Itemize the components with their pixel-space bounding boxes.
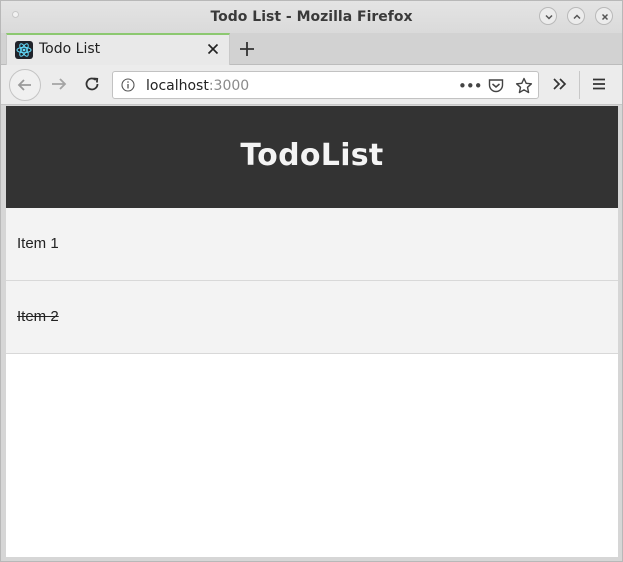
reload-icon [85,77,99,91]
minimize-button[interactable] [539,7,557,25]
back-button[interactable] [9,69,41,101]
navigation-bar: localhost:3000 ••• [1,65,622,105]
react-logo-icon [15,41,33,59]
url-bar[interactable]: localhost:3000 ••• [112,71,539,99]
title-bar: Todo List - Mozilla Firefox [1,1,622,33]
tab-todo-list[interactable]: Todo List [6,33,230,65]
toolbar-divider [579,71,580,99]
app-header: TodoList [6,106,618,208]
pocket-icon[interactable] [487,77,505,95]
todo-item[interactable]: Item 1 [6,208,618,281]
info-icon[interactable] [121,78,135,92]
todo-item-label[interactable]: Item 1 [17,235,59,252]
reload-button[interactable] [81,73,103,95]
browser-window: Todo List - Mozilla Firefox Todo List lo… [0,0,623,562]
arrow-right-icon [52,78,67,90]
page-viewport: TodoList Item 1 Item 2 [6,106,618,557]
tab-label: Todo List [39,41,101,57]
forward-button[interactable] [48,73,70,95]
close-tab-icon[interactable] [205,41,221,57]
tab-strip: Todo List [1,33,622,65]
url-port: :3000 [208,78,250,94]
page-actions-more-icon[interactable]: ••• [458,77,483,95]
double-chevron-right-icon[interactable] [550,74,570,94]
close-icon [601,13,609,21]
window-title: Todo List - Mozilla Firefox [210,9,413,25]
close-window-button[interactable] [595,7,613,25]
url-host: localhost [146,78,209,94]
todo-item-label[interactable]: Item 2 [17,308,59,325]
maximize-button[interactable] [567,7,585,25]
app-title: TodoList [240,138,384,173]
chevron-down-icon [545,14,553,20]
arrow-left-icon [17,79,31,91]
new-tab-icon[interactable] [237,39,257,59]
chevron-up-icon [573,14,581,20]
url-text[interactable]: localhost:3000 [146,78,249,94]
todo-list: Item 1 Item 2 [6,208,618,354]
todo-item-completed[interactable]: Item 2 [6,281,618,354]
hamburger-menu-icon[interactable] [589,74,609,94]
bookmark-star-icon[interactable] [514,76,534,96]
